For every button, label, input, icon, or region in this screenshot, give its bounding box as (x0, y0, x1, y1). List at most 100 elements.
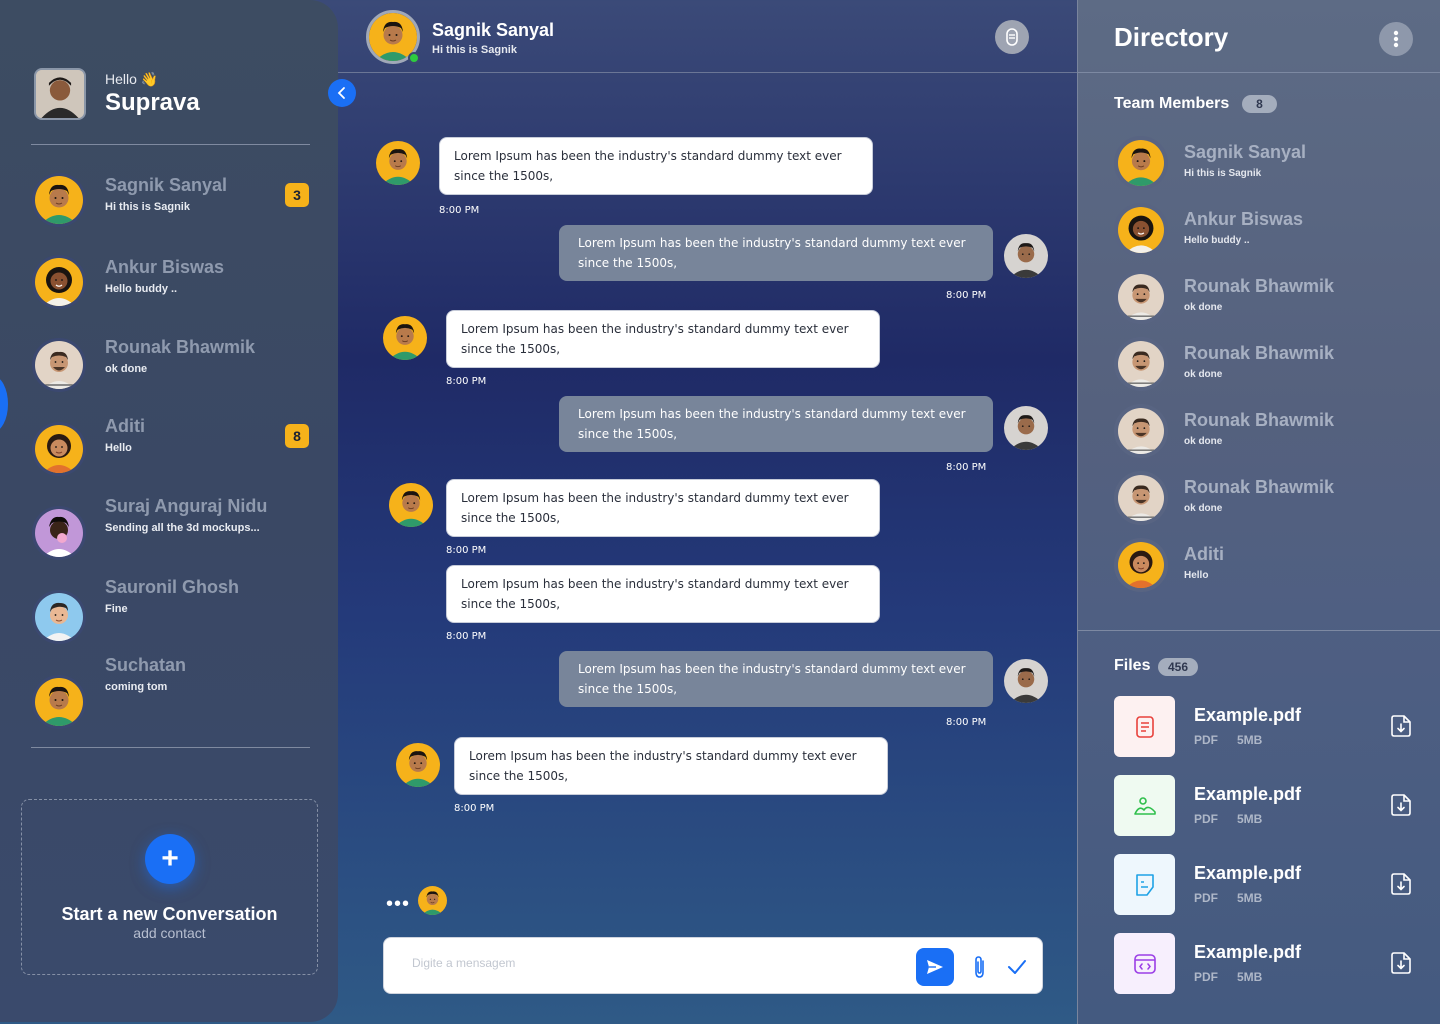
file-size: 5MB (1237, 733, 1263, 747)
files-label: Files (1114, 657, 1151, 674)
avatar (32, 675, 86, 729)
team-member-item[interactable]: Aditi Hello (1114, 538, 1414, 594)
file-name: Example.pdf (1194, 784, 1302, 804)
call-button[interactable] (995, 20, 1029, 54)
conversation-preview: ok done (105, 363, 148, 375)
typing-avatar (418, 886, 447, 915)
file-item[interactable]: Example.pdf PDF 5MB (1114, 933, 1414, 995)
file-type: PDF (1194, 891, 1218, 905)
conversation-name: Rounak Bhawmik (105, 337, 256, 357)
conversation-item[interactable]: Sauronil Ghosh Fine (32, 575, 322, 644)
files-count-badge: 456 (1158, 658, 1198, 676)
member-name: Ankur Biswas (1184, 209, 1304, 229)
file-item[interactable]: Example.pdf PDF 5MB (1114, 775, 1414, 837)
incoming-message[interactable]: Lorem Ipsum has been the industry's stan… (446, 310, 880, 368)
conversation-item[interactable]: Sagnik Sanyal Hi this is Sagnik 3 (32, 173, 322, 231)
incoming-message[interactable]: Lorem Ipsum has been the industry's stan… (439, 137, 873, 195)
conversation-name: Sauronil Ghosh (105, 577, 240, 597)
download-icon (1391, 873, 1411, 895)
member-name: Aditi (1184, 544, 1224, 564)
conversation-item[interactable]: Ankur Biswas Hello buddy .. (32, 255, 322, 313)
divider (31, 747, 310, 748)
call-icon (1006, 28, 1018, 46)
collapse-sidebar-button[interactable] (328, 79, 356, 107)
incoming-message[interactable]: Lorem Ipsum has been the industry's stan… (446, 479, 880, 537)
avatar (1114, 270, 1168, 324)
file-name: Example.pdf (1194, 863, 1302, 883)
team-member-item[interactable]: Rounak Bhawmik ok done (1114, 337, 1414, 393)
download-button[interactable] (1388, 792, 1414, 818)
team-member-item[interactable]: Rounak Bhawmik ok done (1114, 404, 1414, 460)
outgoing-message[interactable]: Lorem Ipsum has been the industry's stan… (559, 651, 993, 707)
message-avatar (383, 316, 427, 360)
avatar[interactable] (34, 68, 86, 120)
message-avatar (1004, 406, 1048, 450)
message-time: 8:00 PM (446, 376, 487, 387)
current-user: Hello 👋 Suprava (34, 68, 200, 120)
team-member-item[interactable]: Sagnik Sanyal Hi this is Sagnik (1114, 136, 1414, 192)
message-avatar (1004, 659, 1048, 703)
download-button[interactable] (1388, 713, 1414, 739)
message-avatar (1004, 234, 1048, 278)
conversation-preview: Hello buddy .. (105, 283, 178, 295)
more-options-button[interactable] (1379, 22, 1413, 56)
add-contact-link[interactable]: add contact (22, 925, 317, 941)
file-item[interactable]: Example.pdf PDF 5MB (1114, 854, 1414, 916)
send-button[interactable] (916, 948, 954, 986)
team-count-badge: 8 (1242, 95, 1277, 113)
team-member-item[interactable]: Rounak Bhawmik ok done (1114, 471, 1414, 527)
file-name: Example.pdf (1194, 942, 1302, 962)
member-status: ok done (1184, 369, 1223, 380)
message-avatar (396, 743, 440, 787)
directory-title: Directory (1114, 22, 1229, 52)
new-conversation-card[interactable]: + Start a new Conversation add contact (21, 799, 318, 975)
download-button[interactable] (1388, 950, 1414, 976)
file-type: PDF (1194, 733, 1218, 747)
message-time: 8:00 PM (446, 545, 487, 556)
member-name: Rounak Bhawmik (1184, 276, 1335, 296)
file-name: Example.pdf (1194, 705, 1302, 725)
outgoing-message[interactable]: Lorem Ipsum has been the industry's stan… (559, 225, 993, 281)
document-icon (1114, 696, 1175, 757)
file-size: 5MB (1237, 812, 1263, 826)
new-conversation-title: Start a new Conversation (61, 904, 278, 924)
conversation-item[interactable]: Aditi Hello 8 (32, 414, 322, 476)
add-conversation-button[interactable]: + (145, 834, 195, 884)
conversation-item[interactable]: Suchatan coming tom (32, 653, 322, 729)
unread-badge: 8 (285, 424, 309, 448)
conversation-preview: coming tom (105, 681, 168, 693)
conversation-item[interactable]: Rounak Bhawmik ok done (32, 335, 322, 393)
member-name: Rounak Bhawmik (1184, 477, 1335, 497)
divider (1078, 630, 1440, 631)
team-member-item[interactable]: Ankur Biswas Hello buddy .. (1114, 203, 1414, 259)
greeting: Hello 👋 (105, 71, 159, 87)
avatar (1114, 136, 1168, 190)
confirm-button[interactable] (1004, 954, 1030, 980)
outgoing-message[interactable]: Lorem Ipsum has been the industry's stan… (559, 396, 993, 452)
conversation-item[interactable]: Suraj Anguraj Nidu Sending all the 3d moc… (32, 494, 322, 560)
download-icon (1391, 715, 1411, 737)
member-status: Hello (1184, 570, 1209, 581)
team-member-item[interactable]: Rounak Bhawmik ok done (1114, 270, 1414, 326)
download-button[interactable] (1388, 871, 1414, 897)
divider (1078, 72, 1440, 73)
divider (31, 144, 310, 145)
message-time: 8:00 PM (946, 290, 987, 301)
unread-badge: 3 (285, 183, 309, 207)
chat-header: Sagnik Sanyal Hi this is Sagnik (338, 0, 1077, 73)
contact-status: Hi this is Sagnik (432, 44, 517, 56)
incoming-message[interactable]: Lorem Ipsum has been the industry's stan… (454, 737, 888, 795)
member-name: Rounak Bhawmik (1184, 343, 1335, 363)
avatar (1114, 404, 1168, 458)
conversation-name: Aditi (105, 416, 145, 436)
message-time: 8:00 PM (439, 205, 480, 216)
incoming-message[interactable]: Lorem Ipsum has been the industry's stan… (446, 565, 880, 623)
conversation-name: Suraj Anguraj Nidu (105, 496, 268, 516)
file-item[interactable]: Example.pdf PDF 5MB (1114, 696, 1414, 758)
member-status: ok done (1184, 436, 1223, 447)
avatar (32, 338, 86, 392)
contact-name: Sagnik Sanyal (432, 20, 555, 40)
more-vertical-icon (1393, 30, 1399, 48)
message-input[interactable] (412, 956, 892, 970)
attach-button[interactable] (968, 953, 992, 981)
